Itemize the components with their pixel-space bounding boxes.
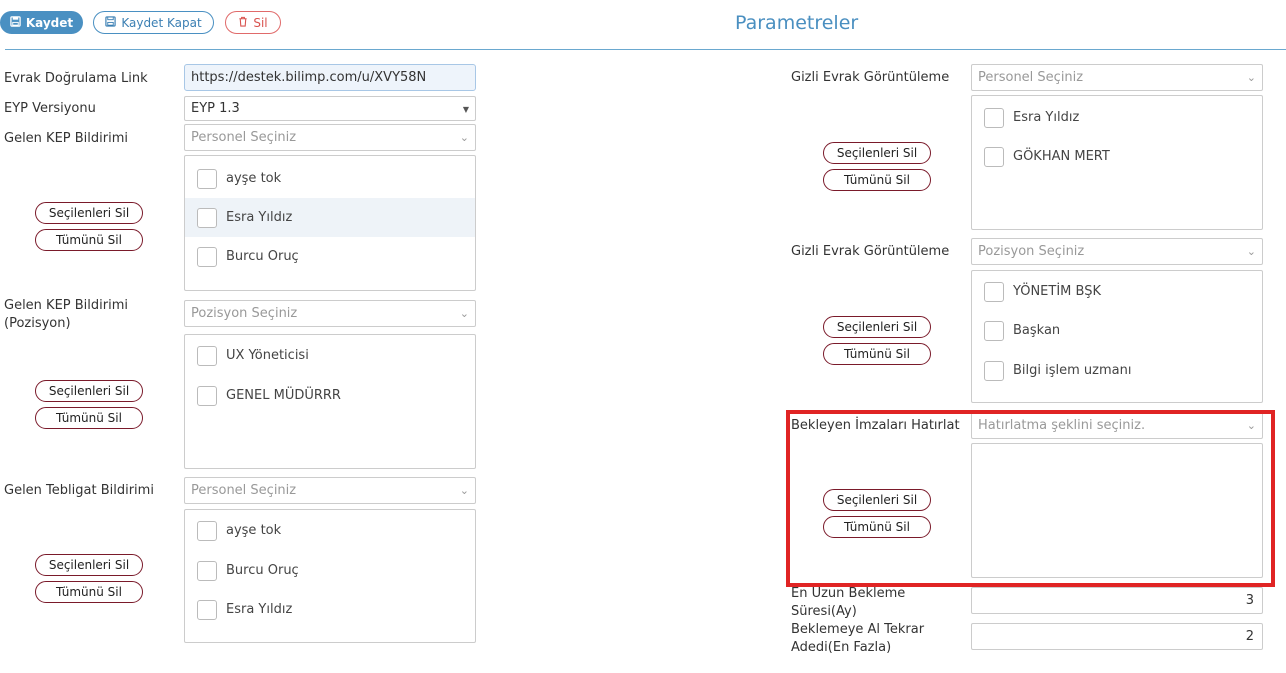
- gizli-pozisyon-placeholder: Pozisyon Seçiniz: [978, 244, 1085, 259]
- save-close-label: Kaydet Kapat: [121, 15, 202, 30]
- kep-personel-select[interactable]: Personel Seçiniz ⌄: [184, 124, 476, 151]
- delete-selected-button[interactable]: Seçilenleri Sil: [35, 380, 143, 402]
- list-item[interactable]: Burcu Oruç: [185, 551, 475, 590]
- item-label: UX Yöneticisi: [226, 348, 309, 363]
- gizli-pozisyon-label: Gizli Evrak Görüntüleme: [791, 244, 950, 259]
- chevron-down-icon: ⌄: [1246, 245, 1256, 258]
- checkbox[interactable]: [984, 146, 1004, 167]
- list-item[interactable]: GENEL MÜDÜRRR: [185, 376, 475, 415]
- teb-placeholder: Personel Seçiniz: [191, 483, 297, 498]
- checkbox[interactable]: [197, 599, 217, 620]
- item-label: ayşe tok: [226, 523, 282, 538]
- delete-label: Sil: [253, 15, 268, 30]
- checkbox[interactable]: [197, 560, 217, 581]
- delete-selected-button[interactable]: Seçilenleri Sil: [823, 316, 931, 338]
- chevron-down-icon: ⌄: [1246, 71, 1256, 84]
- trash-icon: [238, 16, 248, 30]
- checkbox[interactable]: [197, 385, 217, 406]
- item-label: Bilgi işlem uzmanı: [1013, 363, 1132, 378]
- delete-selected-button[interactable]: Seçilenleri Sil: [35, 202, 143, 224]
- item-label: GENEL MÜDÜRRR: [226, 388, 341, 403]
- list-item[interactable]: Burcu Oruç: [185, 237, 475, 276]
- checkbox[interactable]: [197, 345, 217, 366]
- delete-all-button[interactable]: Tümünü Sil: [35, 229, 143, 251]
- sure-label: En Uzun Bekleme Süresi(Ay): [791, 586, 906, 619]
- caret-down-icon: ▼: [462, 105, 469, 114]
- kep-placeholder: Personel Seçiniz: [191, 130, 297, 145]
- save-label: Kaydet: [25, 15, 74, 30]
- link-input[interactable]: https://destek.bilimp.com/u/XVY58N: [184, 64, 476, 91]
- checkbox[interactable]: [984, 281, 1004, 302]
- gizli-pozisyon-listbox: YÖNETİM BŞK Başkan Bilgi işlem uzmanı: [971, 270, 1263, 403]
- list-item[interactable]: Esra Yıldız: [185, 198, 475, 237]
- eyp-select[interactable]: EYP 1.3 ▼: [184, 96, 476, 121]
- gizli-personel-placeholder: Personel Seçiniz: [978, 70, 1084, 85]
- delete-button[interactable]: Sil: [225, 11, 281, 34]
- delete-all-button[interactable]: Tümünü Sil: [823, 169, 931, 191]
- kep-pozisyon-select[interactable]: Pozisyon Seçiniz ⌄: [184, 300, 476, 327]
- teb-label: Gelen Tebligat Bildirimi: [4, 483, 154, 498]
- kep-listbox: ayşe tok Esra Yıldız Burcu Oruç: [184, 155, 476, 291]
- item-label: Esra Yıldız: [226, 210, 293, 225]
- chevron-down-icon: ⌄: [459, 307, 469, 320]
- delete-all-button[interactable]: Tümünü Sil: [823, 343, 931, 365]
- checkbox[interactable]: [197, 246, 217, 267]
- checkbox[interactable]: [984, 320, 1004, 341]
- list-item[interactable]: ayşe tok: [185, 159, 475, 198]
- item-label: ayşe tok: [226, 171, 282, 186]
- delete-selected-button[interactable]: Seçilenleri Sil: [823, 142, 931, 164]
- list-item[interactable]: Başkan: [972, 311, 1262, 350]
- item-label: Burcu Oruç: [226, 249, 299, 264]
- teb-listbox: ayşe tok Burcu Oruç Esra Yıldız: [184, 509, 476, 643]
- page-title: Parametreler: [735, 12, 859, 34]
- list-item[interactable]: UX Yöneticisi: [185, 336, 475, 375]
- floppy-icon: [105, 15, 117, 30]
- item-label: Esra Yıldız: [226, 602, 293, 617]
- eyp-value: EYP 1.3: [191, 101, 240, 116]
- chevron-down-icon: ⌄: [459, 484, 469, 497]
- delete-all-button[interactable]: Tümünü Sil: [35, 581, 143, 603]
- sure-input[interactable]: 3: [971, 587, 1263, 614]
- list-item[interactable]: Esra Yıldız: [185, 590, 475, 629]
- checkbox[interactable]: [984, 107, 1004, 128]
- chevron-down-icon: ⌄: [459, 131, 469, 144]
- list-item[interactable]: YÖNETİM BŞK: [972, 272, 1262, 311]
- list-item[interactable]: Esra Yıldız: [972, 98, 1262, 137]
- save-close-button[interactable]: Kaydet Kapat: [93, 11, 214, 34]
- item-label: Burcu Oruç: [226, 563, 299, 578]
- checkbox[interactable]: [197, 207, 217, 228]
- list-item[interactable]: Bilgi işlem uzmanı: [972, 351, 1262, 390]
- eyp-label: EYP Versiyonu: [4, 101, 96, 116]
- checkbox[interactable]: [984, 360, 1004, 381]
- tekrar-input[interactable]: 2: [971, 623, 1263, 650]
- checkbox[interactable]: [197, 520, 217, 541]
- checkbox[interactable]: [197, 168, 217, 189]
- item-label: GÖKHAN MERT: [1013, 149, 1110, 164]
- save-button[interactable]: Kaydet: [0, 11, 83, 34]
- floppy-icon: [10, 15, 21, 30]
- tekrar-label: Beklemeye Al Tekrar Adedi(En Fazla): [791, 622, 925, 655]
- list-item[interactable]: ayşe tok: [185, 511, 475, 550]
- kep-label: Gelen KEP Bildirimi: [4, 131, 129, 146]
- link-label: Evrak Doğrulama Link: [4, 71, 148, 86]
- gizli-personel-select[interactable]: Personel Seçiniz ⌄: [971, 64, 1263, 91]
- kep-pos-listbox: UX Yöneticisi GENEL MÜDÜRRR: [184, 334, 476, 469]
- gizli-personel-listbox: Esra Yıldız GÖKHAN MERT: [971, 95, 1263, 230]
- kep-pos-placeholder: Pozisyon Seçiniz: [191, 306, 298, 321]
- delete-selected-button[interactable]: Seçilenleri Sil: [35, 554, 143, 576]
- header-divider: [5, 49, 1286, 50]
- gizli-personel-label: Gizli Evrak Görüntüleme: [791, 70, 950, 85]
- item-label: Esra Yıldız: [1013, 110, 1080, 125]
- teb-personel-select[interactable]: Personel Seçiniz ⌄: [184, 477, 476, 504]
- item-label: YÖNETİM BŞK: [1013, 284, 1101, 299]
- highlight-frame: [786, 410, 1275, 587]
- gizli-pozisyon-select[interactable]: Pozisyon Seçiniz ⌄: [971, 238, 1263, 265]
- kep-pos-label: Gelen KEP Bildirimi (Pozisyon): [4, 298, 129, 331]
- delete-all-button[interactable]: Tümünü Sil: [35, 407, 143, 429]
- list-item[interactable]: GÖKHAN MERT: [972, 137, 1262, 176]
- item-label: Başkan: [1013, 323, 1061, 338]
